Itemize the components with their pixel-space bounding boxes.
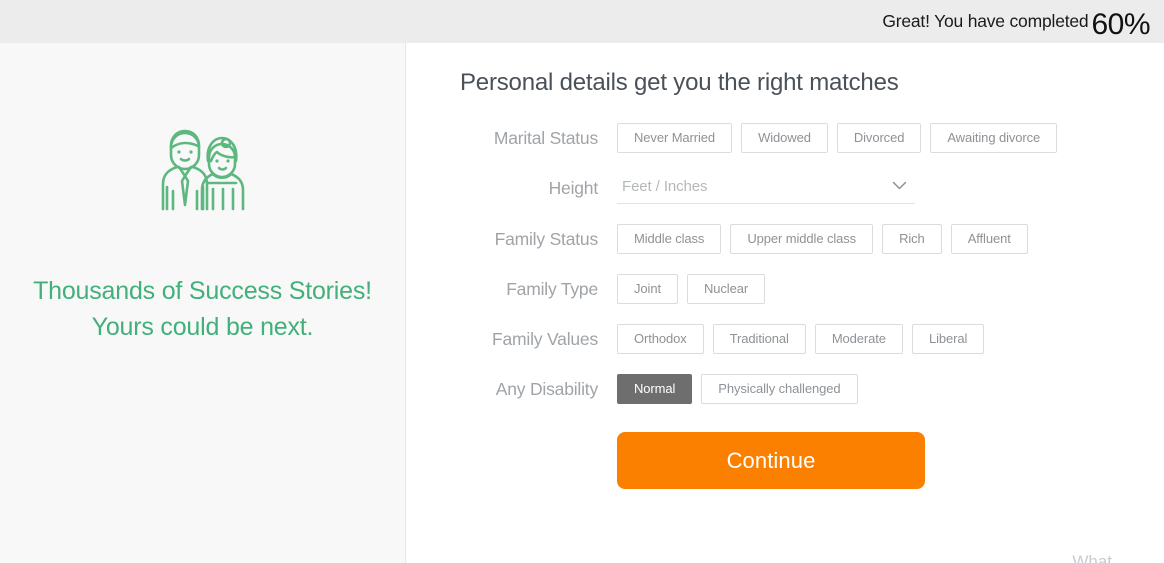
promo-line-2: Yours could be next. bbox=[91, 313, 314, 342]
option-affluent[interactable]: Affluent bbox=[950, 224, 1028, 254]
field-family-status: Family Status Middle class Upper middle … bbox=[452, 224, 1164, 254]
option-rich[interactable]: Rich bbox=[882, 224, 942, 254]
height-select[interactable]: Feet / Inches bbox=[617, 173, 915, 204]
submit-spacer bbox=[452, 432, 617, 489]
option-middle-class[interactable]: Middle class bbox=[617, 224, 722, 254]
option-moderate[interactable]: Moderate bbox=[814, 324, 903, 354]
height-select-value: Feet / Inches bbox=[622, 178, 708, 195]
continue-button[interactable]: Continue bbox=[617, 432, 925, 489]
promo-sidebar: Thousands of Success Stories! Yours coul… bbox=[0, 43, 406, 563]
option-group-family-status: Middle class Upper middle class Rich Aff… bbox=[617, 224, 1028, 254]
couple-icon bbox=[151, 117, 255, 221]
option-orthodox[interactable]: Orthodox bbox=[617, 324, 704, 354]
page-title: Personal details get you the right match… bbox=[460, 69, 899, 96]
option-group-family-type: Joint Nuclear bbox=[617, 274, 766, 304]
option-joint[interactable]: Joint bbox=[617, 274, 678, 304]
option-normal[interactable]: Normal bbox=[617, 374, 693, 404]
option-divorced[interactable]: Divorced bbox=[836, 123, 922, 153]
promo-text: Thousands of Success Stories! Yours coul… bbox=[33, 273, 372, 346]
progress-percent: 60% bbox=[1091, 7, 1150, 41]
option-group-any-disability: Normal Physically challenged bbox=[617, 374, 858, 404]
field-label-family-values: Family Values bbox=[492, 329, 598, 349]
option-never-married[interactable]: Never Married bbox=[617, 123, 733, 153]
field-label-family-type: Family Type bbox=[506, 279, 598, 299]
field-label-any-disability: Any Disability bbox=[495, 379, 598, 399]
option-group-family-values: Orthodox Traditional Moderate Liberal bbox=[617, 324, 985, 354]
progress-header: Great! You have completed 60% bbox=[0, 0, 1164, 43]
option-traditional[interactable]: Traditional bbox=[712, 324, 806, 354]
field-height: Height Feet / Inches bbox=[452, 173, 1164, 204]
submit-row: Continue bbox=[452, 432, 1164, 489]
personal-details-form: Personal details get you the right match… bbox=[406, 43, 1164, 563]
option-group-marital-status: Never Married Widowed Divorced Awaiting … bbox=[617, 123, 1058, 153]
signup-profile-page: Great! You have completed 60% Thousands … bbox=[0, 0, 1164, 563]
option-nuclear[interactable]: Nuclear bbox=[686, 274, 766, 304]
progress-message: Great! You have completed bbox=[882, 10, 1089, 31]
option-liberal[interactable]: Liberal bbox=[911, 324, 985, 354]
clipped-footer-text: What bbox=[1072, 552, 1112, 563]
option-upper-middle-class[interactable]: Upper middle class bbox=[730, 224, 874, 254]
option-physically-challenged[interactable]: Physically challenged bbox=[701, 374, 858, 404]
field-marital-status: Marital Status Never Married Widowed Div… bbox=[452, 123, 1164, 153]
field-family-type: Family Type Joint Nuclear bbox=[452, 274, 1164, 304]
page-body: Thousands of Success Stories! Yours coul… bbox=[0, 43, 1164, 563]
option-widowed[interactable]: Widowed bbox=[741, 123, 828, 153]
option-awaiting-divorce[interactable]: Awaiting divorce bbox=[930, 123, 1058, 153]
field-label-height: Height bbox=[548, 178, 599, 198]
field-label-marital-status: Marital Status bbox=[493, 128, 598, 148]
field-any-disability: Any Disability Normal Physically challen… bbox=[452, 374, 1164, 404]
field-family-values: Family Values Orthodox Traditional Moder… bbox=[452, 324, 1164, 354]
promo-line-1: Thousands of Success Stories! bbox=[33, 277, 372, 305]
field-label-family-status: Family Status bbox=[494, 229, 599, 249]
